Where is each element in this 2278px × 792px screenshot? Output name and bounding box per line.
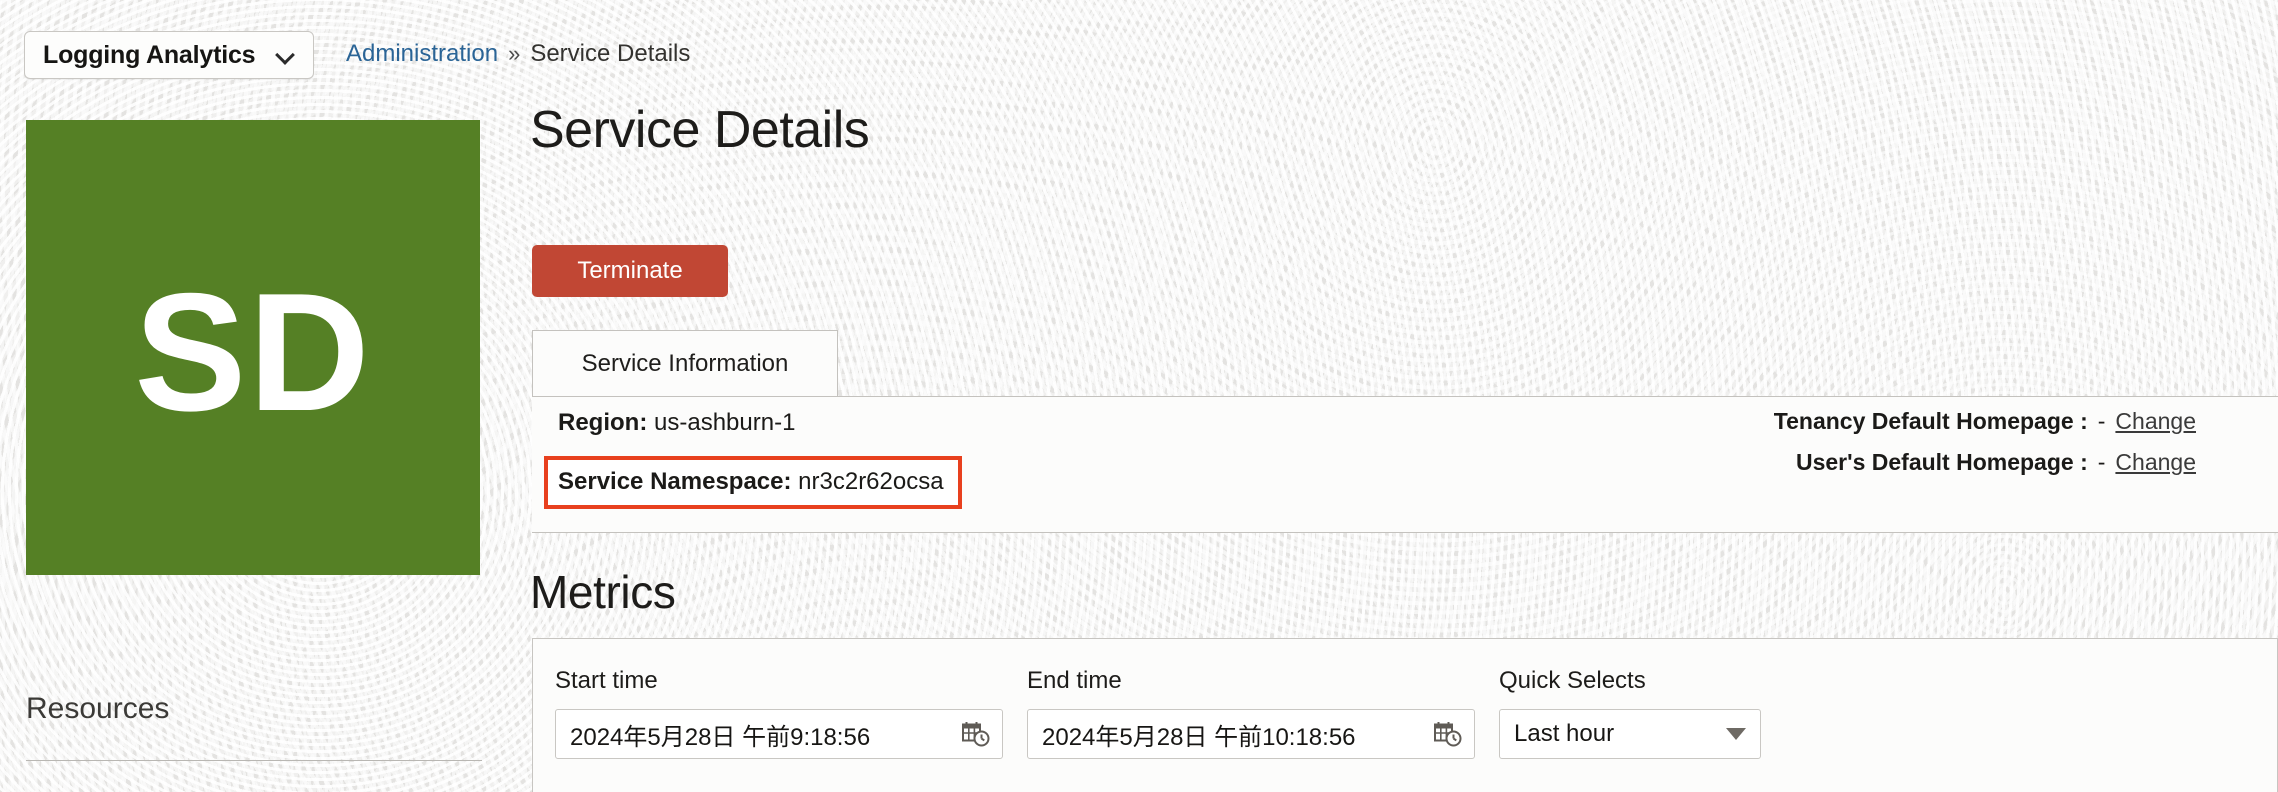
calendar-clock-icon[interactable]: [1434, 721, 1462, 747]
region-label: Region:: [558, 409, 648, 436]
tenancy-default-homepage-value: -: [2097, 408, 2106, 434]
service-information-card: Region: us-ashburn-1 Service Namespace: …: [532, 396, 2278, 533]
avatar-initials: SD: [134, 257, 372, 446]
metrics-heading: Metrics: [530, 566, 676, 618]
metrics-filter-row: Start time 2024年5月28日 午前9:18:56 End time…: [533, 639, 2277, 759]
tenancy-default-homepage-row: Tenancy Default Homepage : - Change: [1774, 410, 2196, 433]
quick-selects-value: Last hour: [1514, 720, 1615, 747]
end-time-input[interactable]: 2024年5月28日 午前10:18:56: [1027, 709, 1475, 759]
service-information-right-column: Tenancy Default Homepage : - Change User…: [1774, 410, 2278, 474]
tenancy-default-homepage-label: Tenancy Default Homepage :: [1773, 408, 2088, 434]
tenancy-default-homepage-change-link[interactable]: Change: [2115, 410, 2196, 433]
breadcrumb-current-service-details: Service Details: [530, 40, 691, 67]
user-default-homepage-row: User's Default Homepage : - Change: [1774, 451, 2196, 474]
quick-selects-field: Quick Selects Last hour: [1499, 667, 1761, 759]
tab-service-information[interactable]: Service Information: [532, 330, 838, 397]
start-time-value: 2024年5月28日 午前9:18:56: [570, 723, 871, 751]
region-row: Region: us-ashburn-1: [548, 411, 962, 435]
service-selector-dropdown[interactable]: Logging Analytics: [24, 31, 314, 79]
calendar-clock-icon[interactable]: [962, 721, 990, 747]
tab-strip: Service Information: [532, 330, 838, 397]
service-namespace-row: Service Namespace: nr3c2r62ocsa: [558, 470, 944, 494]
resources-heading: Resources: [26, 692, 170, 725]
user-default-homepage-value: -: [2097, 449, 2106, 475]
breadcrumb: Administration » Service Details: [346, 40, 690, 68]
start-time-input[interactable]: 2024年5月28日 午前9:18:56: [555, 709, 1003, 759]
breadcrumb-link-administration[interactable]: Administration: [346, 40, 498, 68]
page-title: Service Details: [530, 101, 870, 159]
triangle-down-icon: [1726, 728, 1746, 740]
end-time-value: 2024年5月28日 午前10:18:56: [1042, 723, 1356, 751]
end-time-field: End time 2024年5月28日 午前10:18:56: [1027, 667, 1475, 759]
service-namespace-highlight-box: Service Namespace: nr3c2r62ocsa: [544, 456, 962, 509]
chevron-down-icon: [277, 46, 295, 64]
user-default-homepage-label: User's Default Homepage :: [1795, 449, 2088, 475]
service-namespace-value: nr3c2r62ocsa: [798, 468, 944, 495]
start-time-label: Start time: [555, 667, 658, 694]
service-information-left-column: Region: us-ashburn-1 Service Namespace: …: [544, 411, 962, 509]
start-time-field: Start time 2024年5月28日 午前9:18:56: [555, 667, 1003, 759]
terminate-button[interactable]: Terminate: [532, 245, 728, 297]
region-value: us-ashburn-1: [654, 409, 796, 436]
service-namespace-label: Service Namespace:: [558, 468, 792, 495]
resources-divider: [26, 760, 482, 761]
user-default-homepage-change-link[interactable]: Change: [2115, 451, 2196, 474]
breadcrumb-separator-icon: »: [508, 41, 521, 66]
end-time-label: End time: [1027, 667, 1122, 694]
metrics-card: Start time 2024年5月28日 午前9:18:56 End time…: [532, 638, 2278, 792]
quick-selects-label: Quick Selects: [1499, 667, 1646, 694]
tab-service-information-label: Service Information: [581, 349, 789, 377]
service-selector-value: Logging Analytics: [43, 40, 256, 69]
quick-selects-dropdown[interactable]: Last hour: [1499, 709, 1761, 759]
service-avatar: SD: [26, 120, 480, 575]
